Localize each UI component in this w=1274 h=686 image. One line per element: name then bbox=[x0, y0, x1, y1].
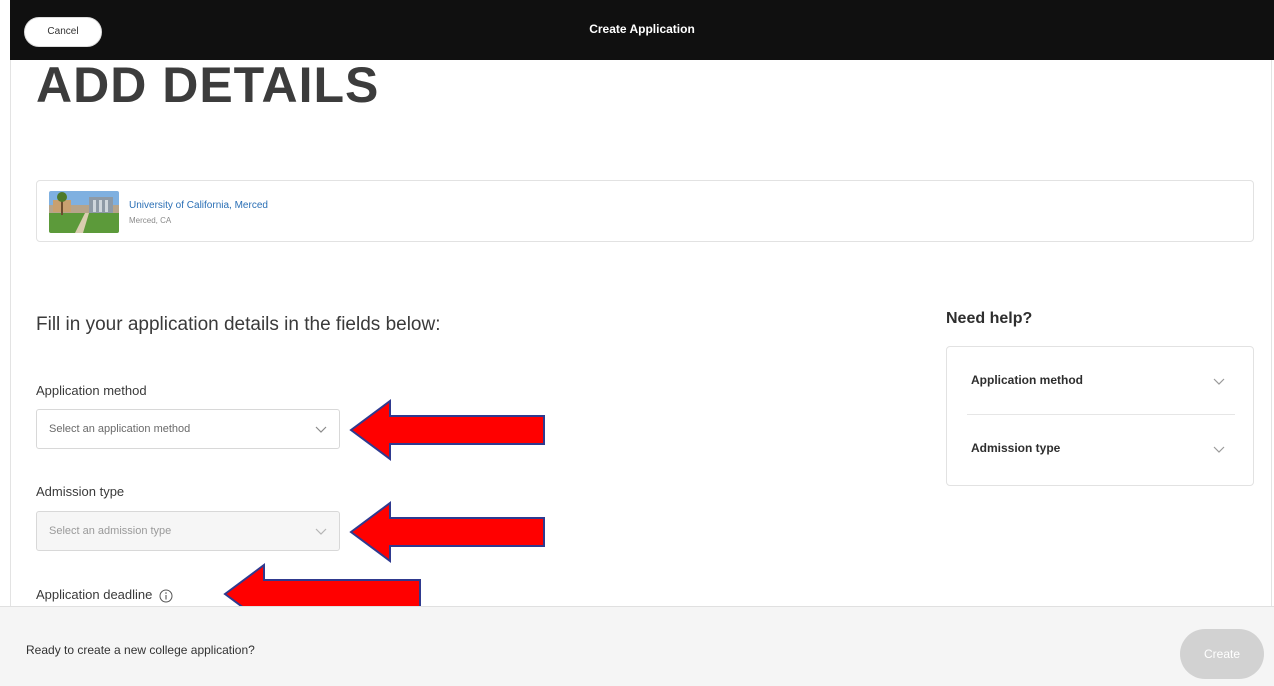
help-item-label: Admission type bbox=[971, 441, 1061, 455]
right-border bbox=[1271, 60, 1272, 608]
application-deadline-label: Application deadline bbox=[36, 587, 153, 602]
create-application-page: Cancel Create Application ADD DETAILS Un… bbox=[0, 0, 1274, 686]
page-title: ADD DETAILS bbox=[36, 57, 380, 113]
form-intro: Fill in your application details in the … bbox=[36, 314, 441, 335]
chevron-down-icon bbox=[315, 426, 327, 433]
help-panel: Application method Admission type bbox=[946, 346, 1254, 486]
chevron-down-icon bbox=[1213, 378, 1225, 385]
help-item-application-method[interactable]: Application method bbox=[967, 347, 1235, 403]
admission-type-select[interactable]: Select an admission type bbox=[36, 511, 340, 551]
application-method-select[interactable]: Select an application method bbox=[36, 409, 340, 449]
admission-type-placeholder: Select an admission type bbox=[49, 525, 172, 537]
annotation-arrow bbox=[349, 399, 545, 461]
application-method-placeholder: Select an application method bbox=[49, 423, 191, 435]
left-border bbox=[10, 60, 11, 608]
top-bar: Cancel Create Application bbox=[10, 0, 1274, 60]
chevron-down-icon bbox=[315, 528, 327, 535]
bottom-prompt: Ready to create a new college applicatio… bbox=[26, 643, 255, 657]
school-name-link[interactable]: University of California, Merced bbox=[129, 200, 268, 211]
school-photo bbox=[49, 191, 119, 233]
school-location: Merced, CA bbox=[129, 216, 172, 225]
help-title: Need help? bbox=[946, 310, 1033, 327]
help-item-admission-type[interactable]: Admission type bbox=[967, 415, 1235, 471]
application-deadline-label-row: Application deadline bbox=[36, 587, 173, 603]
application-method-label: Application method bbox=[36, 383, 147, 398]
help-item-label: Application method bbox=[971, 373, 1083, 387]
topbar-title: Create Application bbox=[589, 22, 695, 36]
school-card: University of California, Merced Merced,… bbox=[36, 180, 1254, 242]
info-icon[interactable] bbox=[159, 589, 173, 603]
admission-type-label: Admission type bbox=[36, 484, 125, 499]
create-button[interactable]: Create bbox=[1180, 629, 1264, 679]
annotation-arrow bbox=[349, 501, 545, 563]
chevron-down-icon bbox=[1213, 446, 1225, 453]
bottom-bar: Ready to create a new college applicatio… bbox=[0, 606, 1274, 686]
